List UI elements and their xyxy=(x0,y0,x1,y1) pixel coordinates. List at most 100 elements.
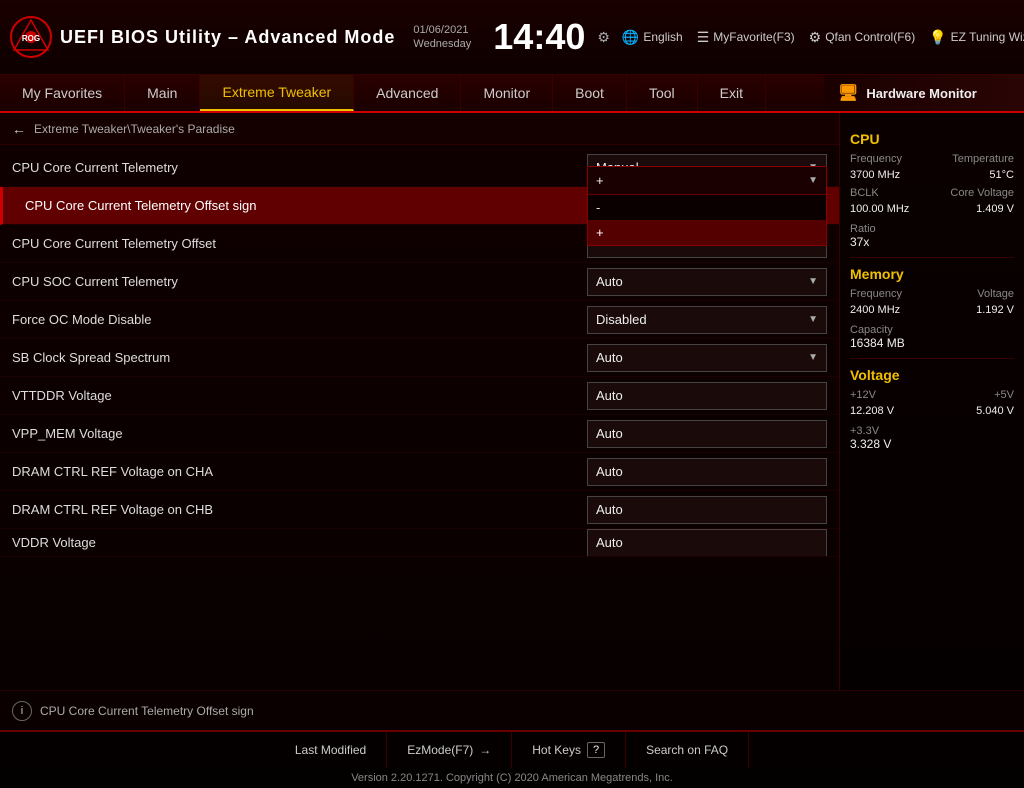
setting-row-vpp-mem[interactable]: VPP_MEM Voltage Auto xyxy=(0,415,839,453)
offset-option-plus[interactable]: + xyxy=(588,220,826,245)
force-oc-dropdown[interactable]: Disabled ▼ xyxy=(587,306,827,334)
hot-keys-item[interactable]: Hot Keys ? xyxy=(512,732,626,768)
setting-control-vttddr: Auto xyxy=(587,382,827,410)
setting-row-dram-chb[interactable]: DRAM CTRL REF Voltage on CHB Auto xyxy=(0,491,839,529)
offset-options-list: - + xyxy=(588,195,826,245)
bclk-value: 100.00 MHz xyxy=(850,203,909,215)
cpu-frequency-label: Frequency xyxy=(850,153,902,165)
setting-label-cpu-core-offset: CPU Core Current Telemetry Offset xyxy=(12,236,587,251)
language-tool[interactable]: 🌐 English xyxy=(622,29,683,46)
qfan-tool[interactable]: ⚙ Qfan Control(F6) xyxy=(809,29,916,46)
nav-main[interactable]: Main xyxy=(125,75,200,111)
plus5v-value: 5.040 V xyxy=(976,405,1014,417)
setting-label-sb-clock: SB Clock Spread Spectrum xyxy=(12,350,587,365)
nav-my-favorites[interactable]: My Favorites xyxy=(0,75,125,111)
ez-mode-item[interactable]: EzMode(F7) → xyxy=(387,732,512,768)
offset-dropdown-arrow: ▼ xyxy=(808,175,818,186)
cpu-frequency-row: Frequency Temperature xyxy=(850,153,1014,165)
myfavorite-label: MyFavorite(F3) xyxy=(713,30,794,44)
globe-icon: 🌐 xyxy=(622,29,639,46)
setting-control-vddr: Auto xyxy=(587,529,827,557)
qfan-icon: ⚙ xyxy=(809,29,822,46)
header-tools: 🌐 English ☰ MyFavorite(F3) ⚙ Qfan Contro… xyxy=(622,29,1024,46)
time-display: 14:40 xyxy=(493,16,585,58)
last-modified-item[interactable]: Last Modified xyxy=(275,732,387,768)
breadcrumb-back-button[interactable]: ← xyxy=(12,121,26,137)
setting-control-force-oc: Disabled ▼ xyxy=(587,306,827,334)
hot-keys-key: ? xyxy=(587,742,605,758)
memory-freq-row-labels: Frequency Voltage xyxy=(850,288,1014,300)
nav-extreme-tweaker[interactable]: Extreme Tweaker xyxy=(200,75,354,111)
version-bar: Version 2.20.1271. Copyright (C) 2020 Am… xyxy=(0,768,1024,788)
v33-row-label: +3.3V xyxy=(850,423,1014,437)
force-oc-value: Disabled xyxy=(596,312,647,327)
setting-row-force-oc[interactable]: Force OC Mode Disable Disabled ▼ xyxy=(0,301,839,339)
nav-exit[interactable]: Exit xyxy=(698,75,766,111)
memory-section-title: Memory xyxy=(850,266,1014,282)
setting-row-offset-sign[interactable]: CPU Core Current Telemetry Offset sign +… xyxy=(0,187,839,225)
setting-row-vttddr[interactable]: VTTDDR Voltage Auto xyxy=(0,377,839,415)
vddr-dropdown[interactable]: Auto xyxy=(587,529,827,557)
ratio-row-value: 37x xyxy=(850,235,1014,249)
setting-control-offset-sign: + ▼ - + xyxy=(587,166,827,246)
v12-row-labels: +12V +5V xyxy=(850,389,1014,401)
offset-sign-selected: + ▼ xyxy=(588,167,826,195)
version-text: Version 2.20.1271. Copyright (C) 2020 Am… xyxy=(351,772,673,784)
core-voltage-label: Core Voltage xyxy=(950,187,1014,199)
ratio-label: Ratio xyxy=(850,223,876,235)
vpp-mem-dropdown[interactable]: Auto xyxy=(587,420,827,448)
sb-clock-dropdown-arrow: ▼ xyxy=(808,352,818,363)
capacity-value: 16384 MB xyxy=(850,336,905,350)
nav-boot[interactable]: Boot xyxy=(553,75,627,111)
day-display: Wednesday xyxy=(413,37,471,51)
nav-monitor[interactable]: Monitor xyxy=(461,75,553,111)
dram-cha-value: Auto xyxy=(596,464,623,479)
bclk-row-values: 100.00 MHz 1.409 V xyxy=(850,203,1014,215)
info-text: CPU Core Current Telemetry Offset sign xyxy=(40,704,254,718)
bclk-row-labels: BCLK Core Voltage xyxy=(850,187,1014,199)
offset-sign-dropdown[interactable]: + ▼ - + xyxy=(587,166,827,246)
myfavorite-tool[interactable]: ☰ MyFavorite(F3) xyxy=(697,29,795,46)
setting-label-dram-cha: DRAM CTRL REF Voltage on CHA xyxy=(12,464,587,479)
vddr-value: Auto xyxy=(596,535,623,550)
v12-row-values: 12.208 V 5.040 V xyxy=(850,405,1014,417)
hot-keys-label: Hot Keys xyxy=(532,743,581,757)
vttddr-value: Auto xyxy=(596,388,623,403)
core-voltage-value: 1.409 V xyxy=(976,203,1014,215)
memory-voltage-value: 1.192 V xyxy=(976,304,1014,316)
setting-row-cpu-soc-telemetry[interactable]: CPU SOC Current Telemetry Auto ▼ xyxy=(0,263,839,301)
capacity-row-label: Capacity xyxy=(850,322,1014,336)
nav-tool[interactable]: Tool xyxy=(627,75,698,111)
v33-row-value: 3.328 V xyxy=(850,437,1014,451)
nav-bar: My Favorites Main Extreme Tweaker Advanc… xyxy=(0,75,1024,113)
setting-label-vttddr: VTTDDR Voltage xyxy=(12,388,587,403)
setting-row-vddr[interactable]: VDDR Voltage Auto xyxy=(0,529,839,557)
settings-icon[interactable]: ⚙ xyxy=(597,29,610,46)
date-area: 01/06/2021 Wednesday xyxy=(413,23,471,52)
nav-advanced[interactable]: Advanced xyxy=(354,75,461,111)
force-oc-dropdown-arrow: ▼ xyxy=(808,314,818,325)
ez-mode-arrow-icon: → xyxy=(479,743,491,757)
dram-cha-dropdown[interactable]: Auto xyxy=(587,458,827,486)
hw-monitor-nav-title: 🖥 Hardware Monitor xyxy=(824,75,1024,111)
sb-clock-dropdown[interactable]: Auto ▼ xyxy=(587,344,827,372)
cpu-soc-telemetry-dropdown[interactable]: Auto ▼ xyxy=(587,268,827,296)
language-label: English xyxy=(643,30,682,44)
cpu-frequency-value: 3700 MHz xyxy=(850,169,900,181)
setting-row-dram-cha[interactable]: DRAM CTRL REF Voltage on CHA Auto xyxy=(0,453,839,491)
ez-mode-label: EzMode(F7) xyxy=(407,743,473,757)
search-faq-item[interactable]: Search on FAQ xyxy=(626,732,749,768)
info-icon: i xyxy=(12,701,32,721)
setting-label-cpu-core-telemetry: CPU Core Current Telemetry xyxy=(12,160,587,175)
ez-tuning-tool[interactable]: 💡 EZ Tuning Wizard(F11) xyxy=(929,29,1024,46)
vttddr-dropdown[interactable]: Auto xyxy=(587,382,827,410)
bclk-label: BCLK xyxy=(850,187,879,199)
memory-frequency-label: Frequency xyxy=(850,288,902,300)
cpu-soc-telemetry-value: Auto xyxy=(596,274,623,289)
memory-frequency-value: 2400 MHz xyxy=(850,304,900,316)
offset-option-minus[interactable]: - xyxy=(588,195,826,220)
dram-chb-dropdown[interactable]: Auto xyxy=(587,496,827,524)
setting-label-vpp-mem: VPP_MEM Voltage xyxy=(12,426,587,441)
breadcrumb: ← Extreme Tweaker\Tweaker's Paradise xyxy=(0,113,839,145)
setting-row-sb-clock[interactable]: SB Clock Spread Spectrum Auto ▼ xyxy=(0,339,839,377)
